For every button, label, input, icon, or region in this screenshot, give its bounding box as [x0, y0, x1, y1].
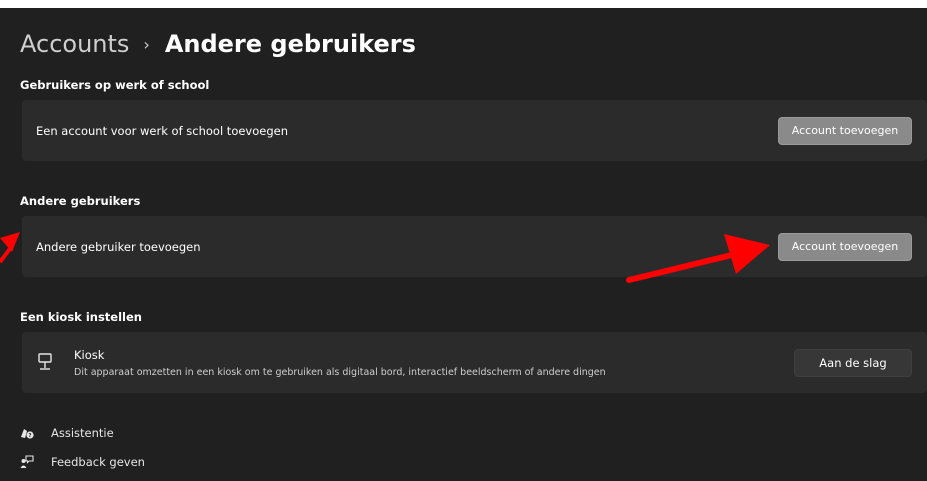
kiosk-description: Dit apparaat omzetten in een kiosk om te… — [74, 367, 606, 378]
card-kiosk: Kiosk Dit apparaat omzetten in een kiosk… — [22, 332, 927, 393]
help-icon: ? — [20, 426, 34, 440]
kiosk-icon — [37, 353, 53, 371]
top-window-strip — [0, 0, 927, 8]
annotation-arrow-left — [0, 232, 20, 264]
card-other-user: Andere gebruiker toevoegen Account toevo… — [22, 216, 927, 277]
svg-text:?: ? — [28, 433, 31, 439]
breadcrumb-separator: › — [143, 34, 150, 54]
help-link[interactable]: ? Assistentie — [20, 423, 114, 443]
section-title-kiosk: Een kiosk instellen — [20, 310, 142, 324]
add-work-school-account-button[interactable]: Account toevoegen — [778, 116, 912, 145]
feedback-link[interactable]: Feedback geven — [20, 452, 145, 472]
annotation-arrow-right — [626, 234, 770, 283]
feedback-icon — [20, 455, 34, 469]
kiosk-title: Kiosk — [74, 348, 105, 362]
page-title: Andere gebruikers — [164, 30, 416, 58]
card-work-school-account: Een account voor werk of school toevoege… — [22, 100, 927, 161]
section-title-other-users: Andere gebruikers — [20, 194, 141, 208]
feedback-link-label: Feedback geven — [51, 455, 145, 469]
breadcrumb: Accounts › Andere gebruikers — [20, 24, 416, 64]
help-link-label: Assistentie — [51, 426, 114, 440]
card-other-user-text: Andere gebruiker toevoegen — [36, 239, 201, 254]
add-other-user-account-button[interactable]: Account toevoegen — [778, 232, 912, 261]
breadcrumb-accounts[interactable]: Accounts — [20, 30, 129, 58]
section-title-work-school: Gebruikers op werk of school — [20, 78, 210, 92]
kiosk-get-started-button[interactable]: Aan de slag — [794, 348, 912, 377]
card-work-school-text: Een account voor werk of school toevoege… — [36, 123, 289, 138]
